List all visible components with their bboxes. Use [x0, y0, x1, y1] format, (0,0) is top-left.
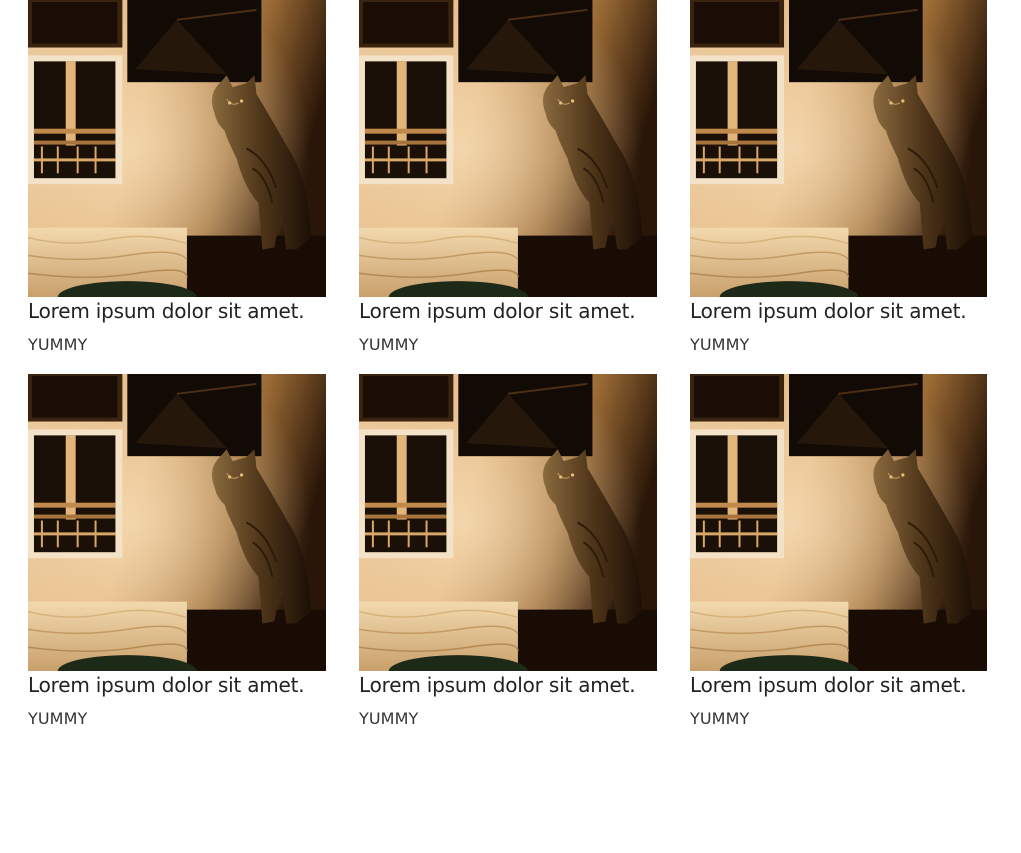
card-tag: YUMMY	[690, 335, 750, 354]
cat-photo-image	[28, 374, 326, 671]
card-image[interactable]	[690, 374, 987, 671]
card: Lorem ipsum dolor sit amet. YUMMY	[28, 0, 326, 355]
card-tag: YUMMY	[359, 709, 419, 728]
card-tag: YUMMY	[359, 335, 419, 354]
card-image[interactable]	[28, 0, 326, 297]
card-title[interactable]: Lorem ipsum dolor sit amet.	[359, 298, 657, 324]
card-grid: Lorem ipsum dolor sit amet. YUMMY Lorem …	[28, 0, 988, 729]
cat-photo-image	[359, 374, 657, 671]
card: Lorem ipsum dolor sit amet. YUMMY	[690, 0, 987, 355]
card-tag: YUMMY	[690, 709, 750, 728]
card-tag: YUMMY	[28, 709, 88, 728]
card-title[interactable]: Lorem ipsum dolor sit amet.	[359, 672, 657, 698]
cat-photo-image	[359, 0, 657, 297]
card-tag: YUMMY	[28, 335, 88, 354]
cat-photo-image	[28, 0, 326, 297]
card-title[interactable]: Lorem ipsum dolor sit amet.	[690, 298, 987, 324]
card-image[interactable]	[28, 374, 326, 671]
card: Lorem ipsum dolor sit amet. YUMMY	[690, 374, 987, 729]
card: Lorem ipsum dolor sit amet. YUMMY	[28, 374, 326, 729]
card-image[interactable]	[690, 0, 987, 297]
card-title[interactable]: Lorem ipsum dolor sit amet.	[28, 672, 326, 698]
card-image[interactable]	[359, 0, 657, 297]
cat-photo-image	[690, 0, 987, 297]
card: Lorem ipsum dolor sit amet. YUMMY	[359, 374, 657, 729]
card-title[interactable]: Lorem ipsum dolor sit amet.	[28, 298, 326, 324]
cat-photo-image	[690, 374, 987, 671]
card-title[interactable]: Lorem ipsum dolor sit amet.	[690, 672, 987, 698]
card-image[interactable]	[359, 374, 657, 671]
card: Lorem ipsum dolor sit amet. YUMMY	[359, 0, 657, 355]
